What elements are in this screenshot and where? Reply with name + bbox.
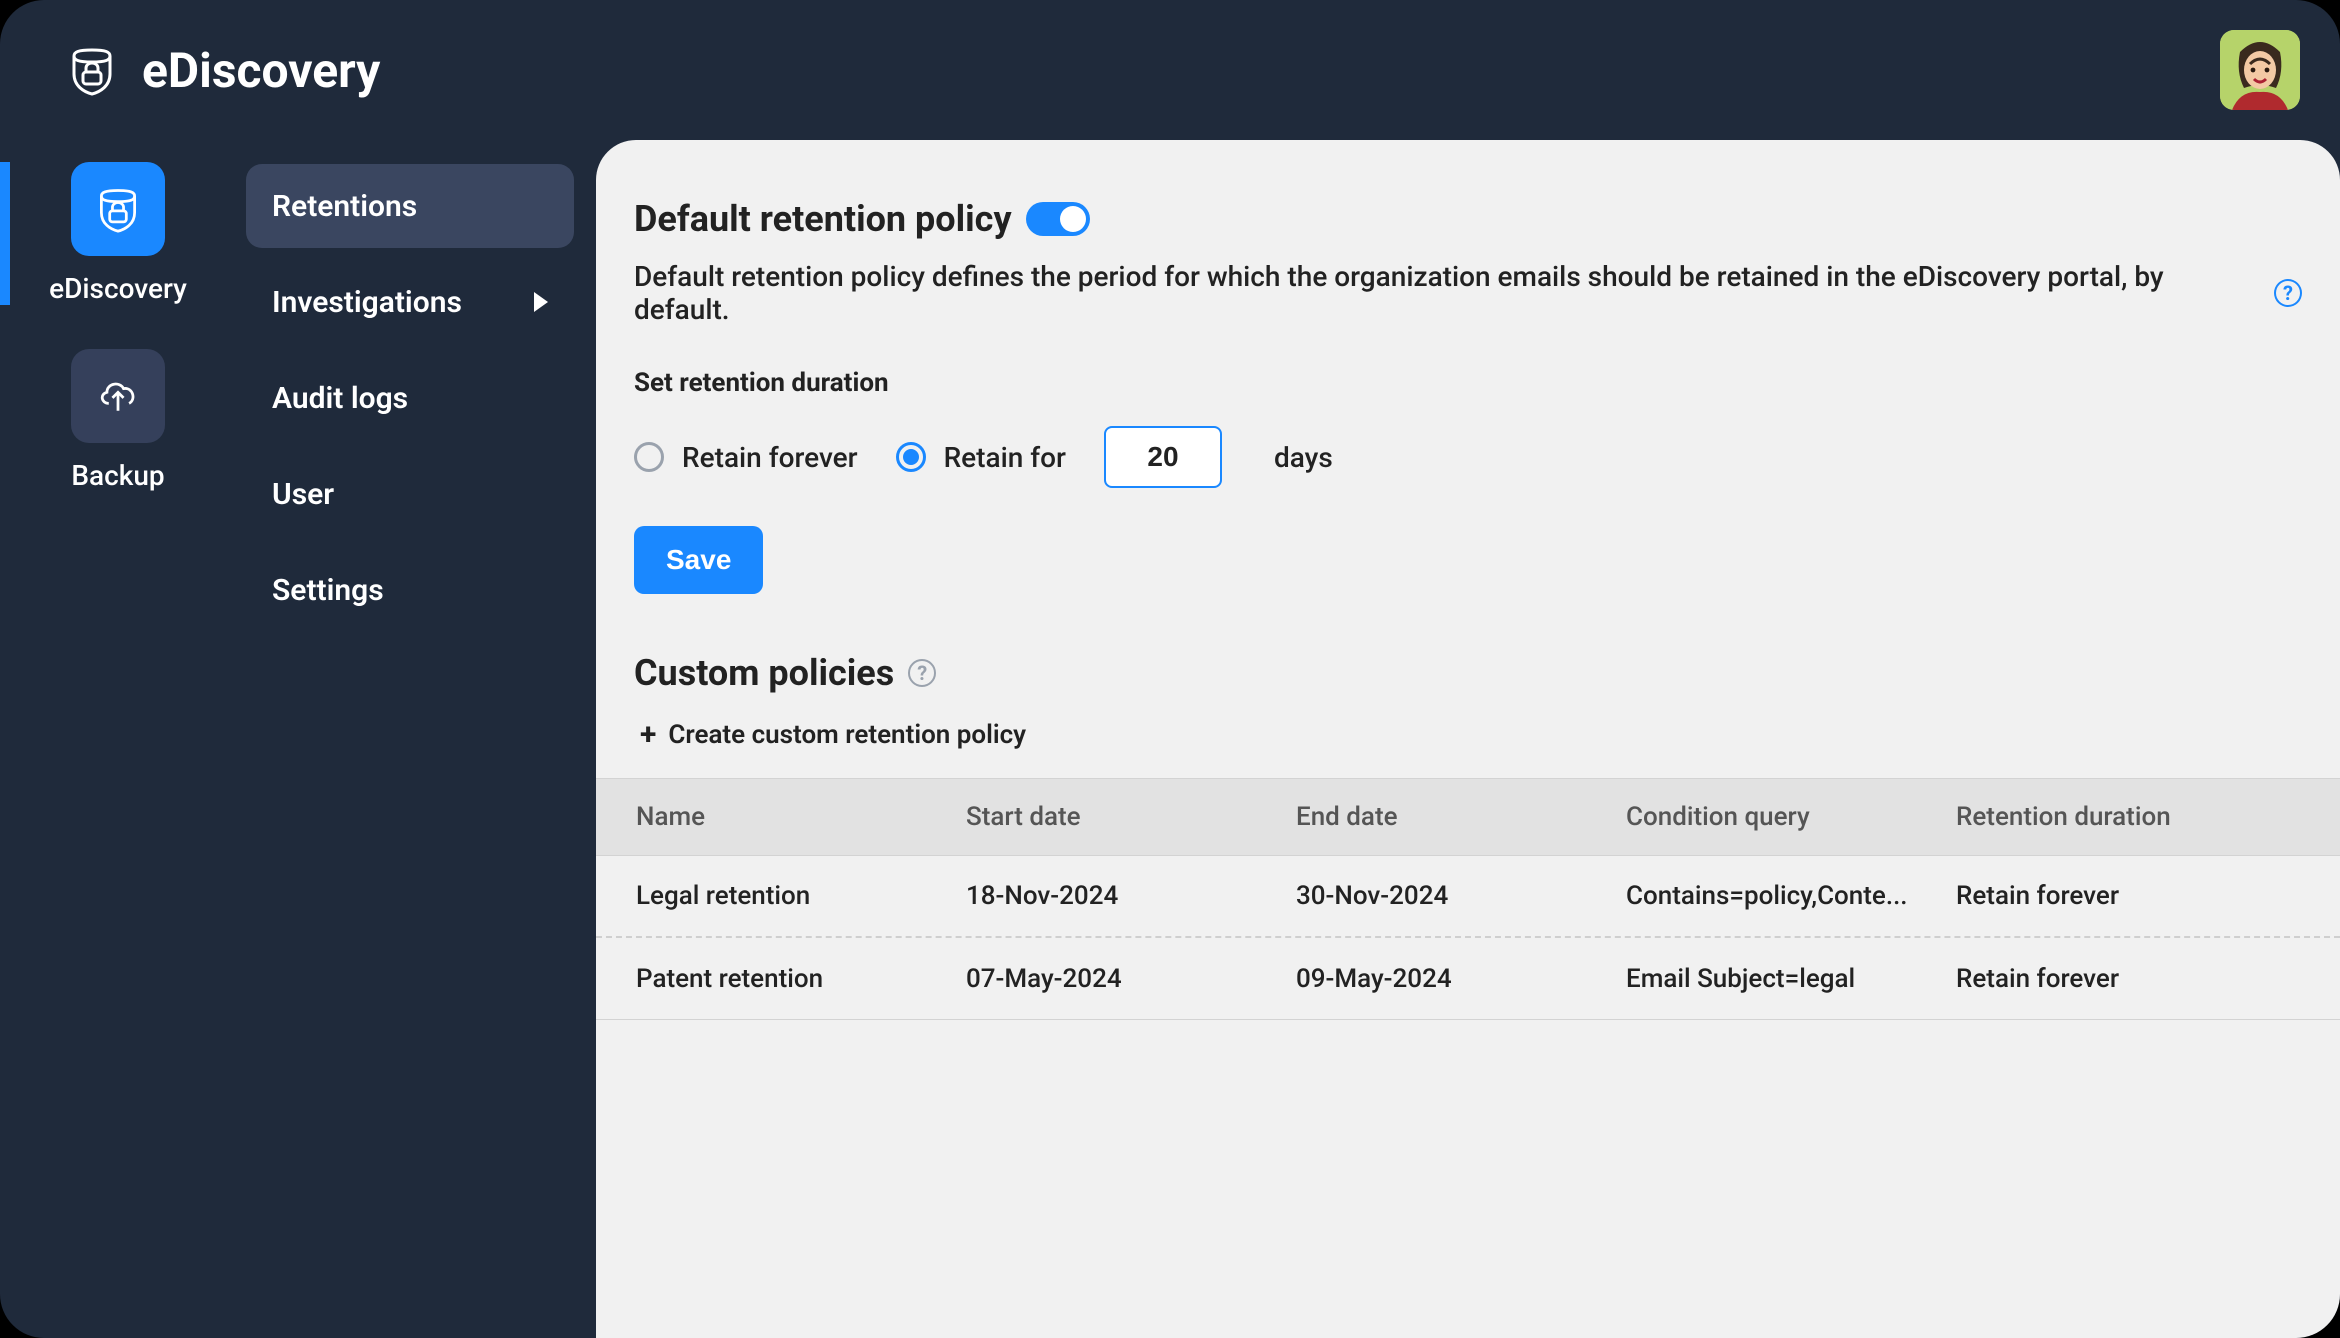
save-button[interactable]: Save xyxy=(634,526,763,594)
col-end: End date xyxy=(1296,802,1626,832)
subnav-item-user[interactable]: User xyxy=(246,452,574,536)
cell-query: Contains=policy,Conte... xyxy=(1626,881,1956,911)
default-policy-desc: Default retention policy defines the per… xyxy=(634,260,2262,326)
retention-duration-options: Retain forever Retain for days xyxy=(634,426,2302,488)
cell-query: Email Subject=legal xyxy=(1626,964,1956,994)
table-row[interactable]: Patent retention 07-May-2024 09-May-2024… xyxy=(596,938,2340,1020)
duration-label: Set retention duration xyxy=(634,368,2302,398)
table-row[interactable]: Legal retention 18-Nov-2024 30-Nov-2024 … xyxy=(596,856,2340,938)
subnav: Retentions Investigations Audit logs Use… xyxy=(236,140,596,1338)
default-policy-toggle[interactable] xyxy=(1026,202,1090,236)
plus-icon: + xyxy=(640,720,656,750)
custom-policies-header: Custom policies ? xyxy=(634,652,2302,694)
subnav-item-investigations[interactable]: Investigations xyxy=(246,260,574,344)
col-duration: Retention duration xyxy=(1956,802,2300,832)
help-icon[interactable]: ? xyxy=(2274,279,2302,307)
retain-days-input[interactable] xyxy=(1104,426,1222,488)
radio-icon xyxy=(634,442,664,472)
default-policy-title: Default retention policy xyxy=(634,198,1012,240)
rail-item-ediscovery[interactable]: eDiscovery xyxy=(0,162,236,305)
option-retain-forever[interactable]: Retain forever xyxy=(634,441,858,474)
chevron-right-icon xyxy=(534,292,548,312)
radio-label: Retain for xyxy=(944,441,1066,474)
subnav-label: Audit logs xyxy=(272,381,408,416)
subnav-label: Retentions xyxy=(272,189,417,224)
custom-policies-table: Name Start date End date Condition query… xyxy=(596,778,2340,1020)
col-query: Condition query xyxy=(1626,802,1956,832)
default-policy-desc-row: Default retention policy defines the per… xyxy=(634,260,2302,326)
app-window: eDiscovery xyxy=(0,0,2340,1338)
option-retain-for[interactable]: Retain for xyxy=(896,441,1066,474)
backup-icon xyxy=(71,349,165,443)
avatar[interactable] xyxy=(2220,30,2300,110)
create-custom-policy-link[interactable]: + Create custom retention policy xyxy=(640,720,1026,750)
subnav-item-retentions[interactable]: Retentions xyxy=(246,164,574,248)
brand-title: eDiscovery xyxy=(142,42,380,99)
body: eDiscovery Backup Retentions Investigat xyxy=(0,140,2340,1338)
days-unit: days xyxy=(1274,441,1333,474)
cell-end: 09-May-2024 xyxy=(1296,964,1626,994)
cell-duration: Retain forever xyxy=(1956,964,2300,994)
brand-icon xyxy=(66,44,118,96)
cell-end: 30-Nov-2024 xyxy=(1296,881,1626,911)
cell-name: Patent retention xyxy=(636,964,966,994)
col-name: Name xyxy=(636,802,966,832)
subnav-label: Investigations xyxy=(272,285,462,320)
main-panel: Default retention policy Default retenti… xyxy=(596,140,2340,1338)
rail-label: eDiscovery xyxy=(49,272,187,305)
cell-start: 07-May-2024 xyxy=(966,964,1296,994)
rail-label: Backup xyxy=(71,459,164,492)
ediscovery-icon xyxy=(71,162,165,256)
subnav-item-audit-logs[interactable]: Audit logs xyxy=(246,356,574,440)
cell-name: Legal retention xyxy=(636,881,966,911)
subnav-item-settings[interactable]: Settings xyxy=(246,548,574,632)
radio-label: Retain forever xyxy=(682,441,858,474)
col-start: Start date xyxy=(966,802,1296,832)
help-icon[interactable]: ? xyxy=(908,659,936,687)
custom-policies-title: Custom policies xyxy=(634,652,894,694)
header: eDiscovery xyxy=(0,0,2340,140)
table-header: Name Start date End date Condition query… xyxy=(596,778,2340,856)
cell-start: 18-Nov-2024 xyxy=(966,881,1296,911)
subnav-label: User xyxy=(272,477,334,512)
radio-icon xyxy=(896,442,926,472)
cell-duration: Retain forever xyxy=(1956,881,2300,911)
default-policy-header: Default retention policy xyxy=(634,198,2302,240)
create-link-label: Create custom retention policy xyxy=(668,720,1026,750)
rail-item-backup[interactable]: Backup xyxy=(0,349,236,492)
subnav-label: Settings xyxy=(272,573,384,608)
brand: eDiscovery xyxy=(66,42,380,99)
nav-rail: eDiscovery Backup xyxy=(0,140,236,1338)
